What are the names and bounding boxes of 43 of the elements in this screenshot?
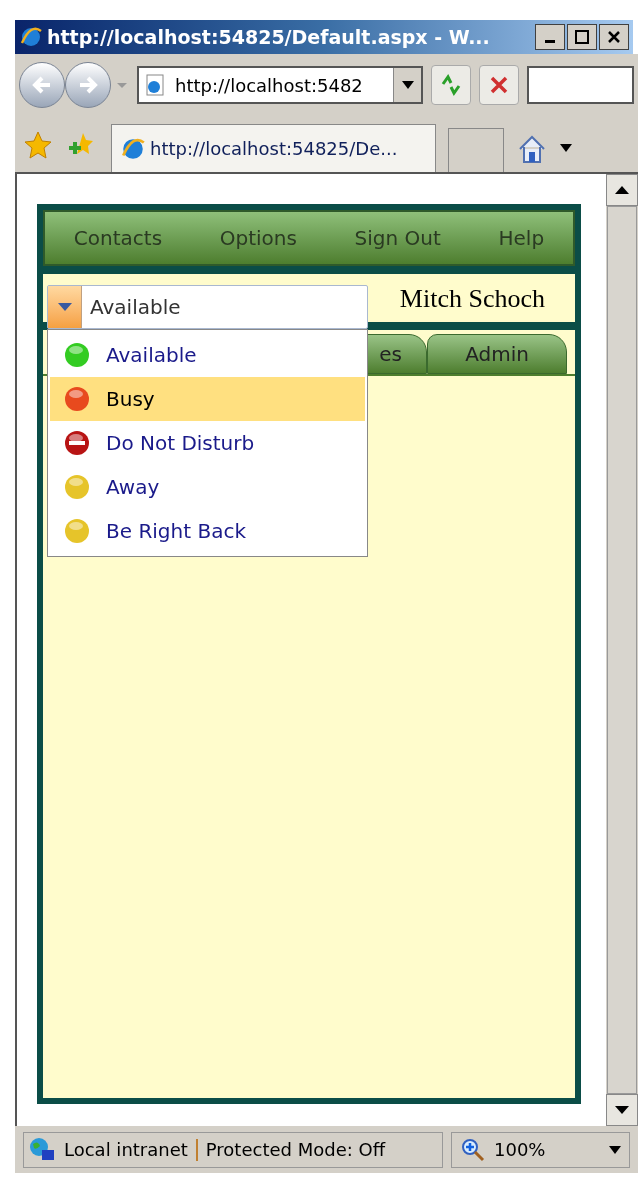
menu-item[interactable]: Help bbox=[498, 223, 545, 253]
caret-icon[interactable] bbox=[560, 144, 572, 152]
status-dropdown[interactable]: Available bbox=[47, 285, 368, 329]
dropdown-button[interactable] bbox=[393, 68, 421, 102]
minimize-button[interactable] bbox=[535, 24, 565, 50]
browser-tab[interactable]: http://localhost:54825/De... bbox=[111, 124, 436, 172]
close-button[interactable] bbox=[599, 24, 629, 50]
star-icon[interactable] bbox=[23, 130, 53, 160]
down-arrow-icon[interactable] bbox=[615, 1106, 629, 1114]
forward-button[interactable] bbox=[65, 62, 111, 108]
status-zone: Local intranet Protected Mode: Off bbox=[23, 1131, 443, 1168]
browser-logo-icon bbox=[19, 25, 43, 49]
maximize-button[interactable] bbox=[567, 24, 597, 50]
scrollbar[interactable] bbox=[606, 174, 638, 1126]
tab[interactable]: Admin bbox=[427, 334, 567, 374]
page-icon bbox=[143, 73, 167, 97]
status-option[interactable]: Do Not Disturb bbox=[50, 421, 365, 465]
status-option[interactable]: Away bbox=[50, 465, 365, 509]
caret-icon bbox=[609, 1145, 621, 1154]
menu-item[interactable]: Options bbox=[219, 223, 297, 253]
address-field[interactable]: http://localhost:5482 bbox=[137, 66, 423, 104]
status-option[interactable]: Available bbox=[50, 333, 365, 377]
refresh-icon bbox=[439, 74, 463, 96]
menu-item[interactable]: Sign Out bbox=[354, 223, 441, 253]
minimize-icon bbox=[545, 39, 555, 43]
up-arrow-icon[interactable] bbox=[615, 186, 629, 194]
zoom-icon bbox=[460, 1136, 486, 1163]
zoom-control[interactable]: 100% bbox=[451, 1131, 630, 1168]
refresh-button[interactable] bbox=[431, 65, 471, 105]
status-option[interactable]: Be Right Back bbox=[50, 509, 365, 553]
search-field[interactable] bbox=[527, 66, 634, 104]
dropdown-toggle[interactable] bbox=[48, 286, 82, 328]
stop-button[interactable] bbox=[479, 65, 519, 105]
menu-item[interactable]: Contacts bbox=[73, 223, 163, 253]
back-button[interactable] bbox=[19, 62, 65, 108]
close-icon bbox=[606, 30, 622, 44]
maximize-icon bbox=[574, 30, 590, 44]
caret-icon bbox=[401, 81, 414, 89]
caret-icon bbox=[57, 303, 72, 311]
close-icon bbox=[489, 75, 509, 95]
window-title: http://localhost:54825/Default.aspx - W... bbox=[47, 24, 490, 50]
status-option[interactable]: Busy bbox=[50, 377, 365, 421]
user-name: Mitch Schoch bbox=[399, 282, 545, 315]
